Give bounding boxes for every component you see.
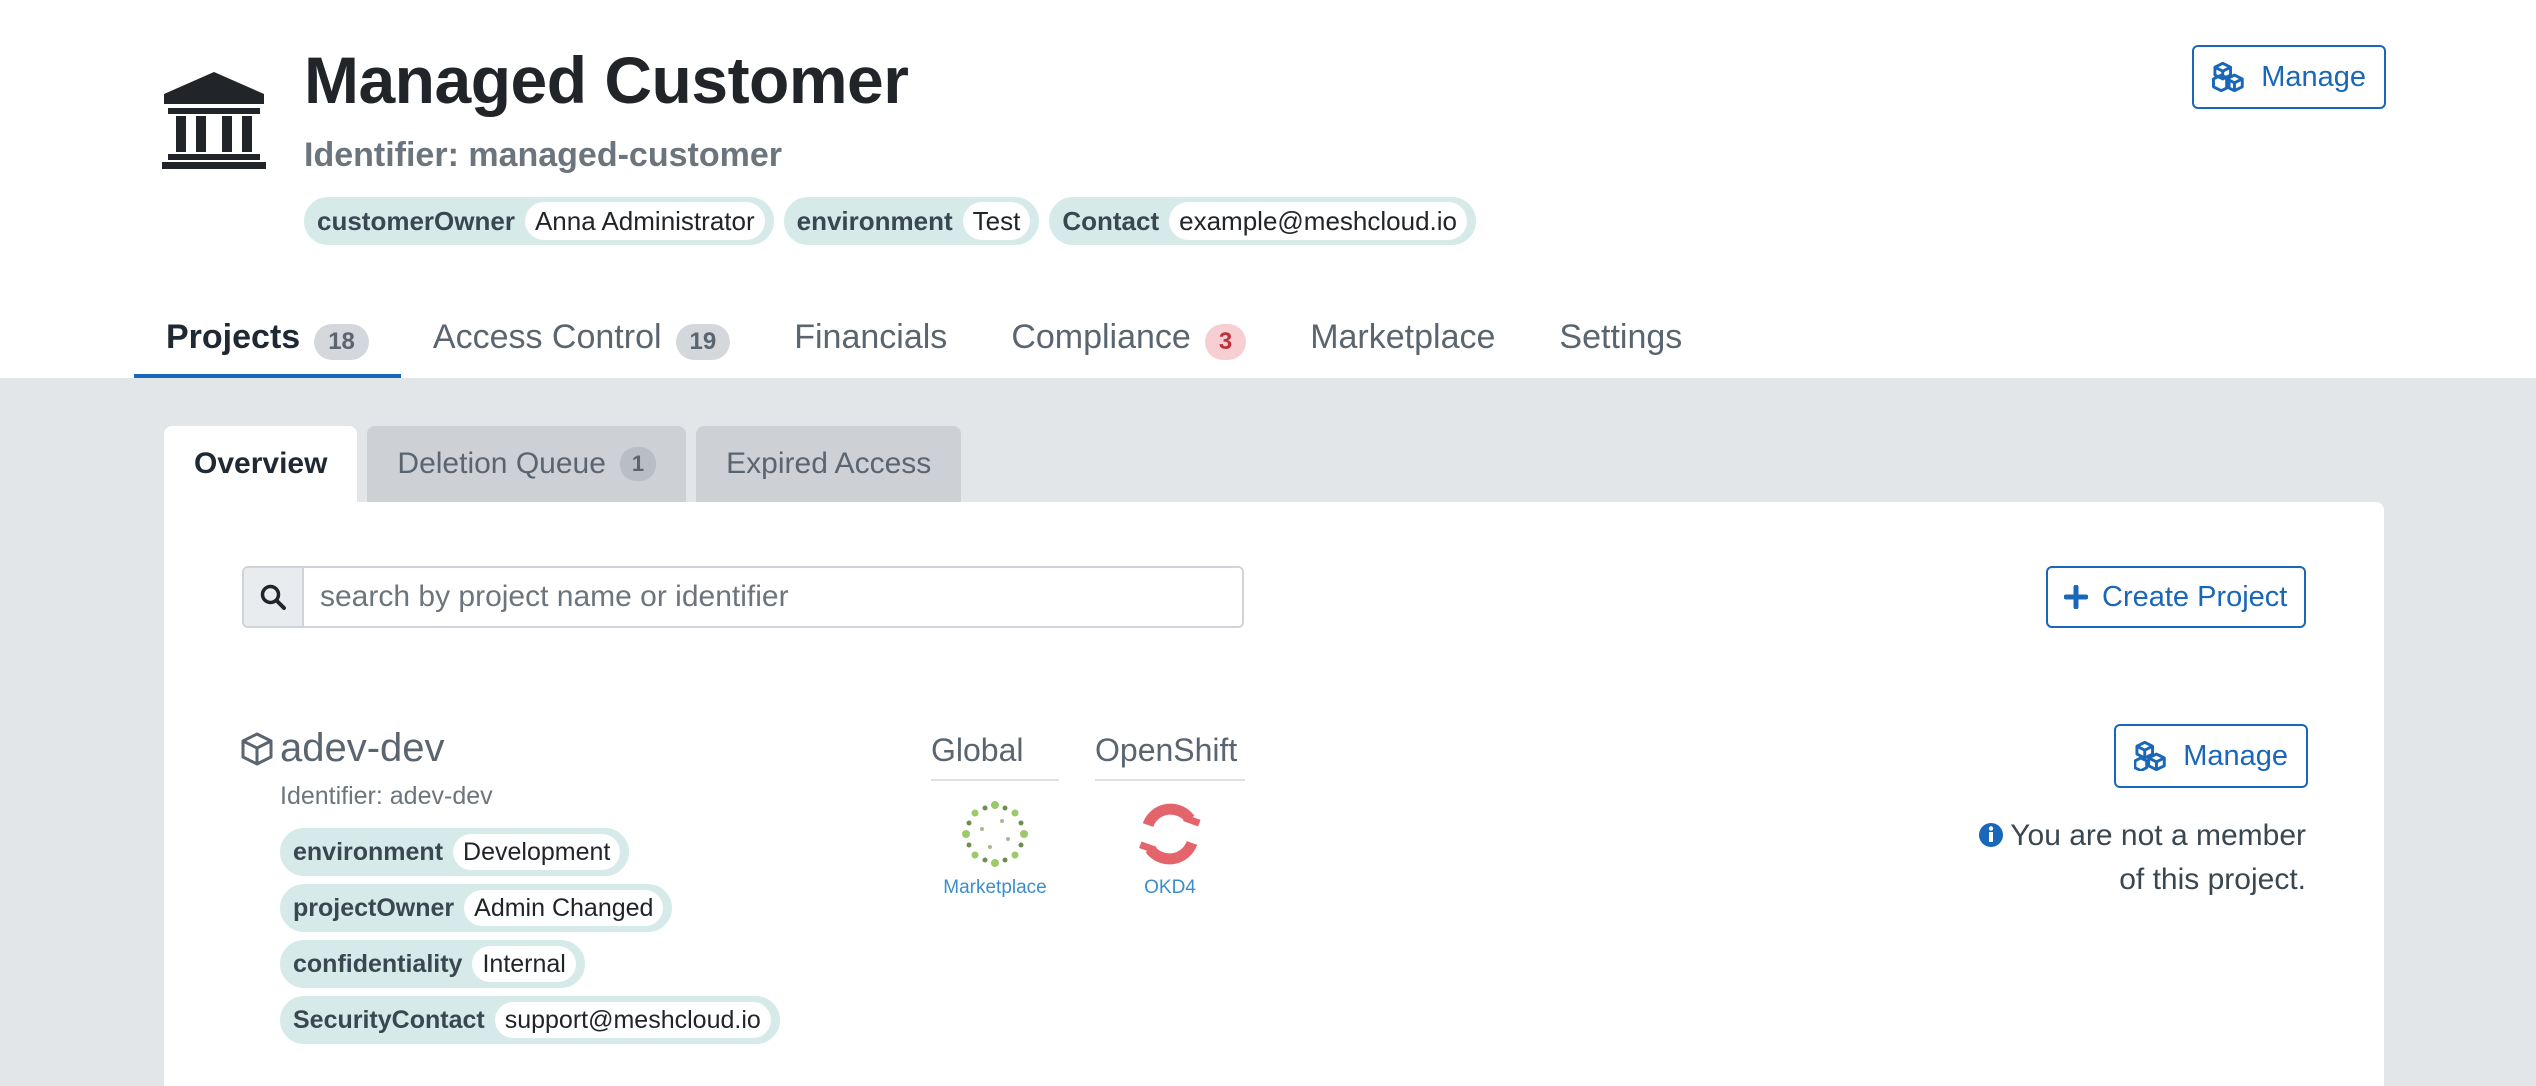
okd-icon — [1139, 803, 1201, 865]
tag-key: Contact — [1062, 205, 1160, 236]
subtab-overview[interactable]: Overview — [164, 426, 358, 502]
tag-key: SecurityContact — [293, 1005, 485, 1034]
manage-project-button[interactable]: Manage — [2114, 724, 2308, 788]
tab-label: Access Control — [432, 318, 662, 356]
tag-key: projectOwner — [293, 893, 455, 922]
subtab-deletion-queue[interactable]: Deletion Queue 1 — [367, 426, 687, 502]
customer-tags: customerOwner Anna Administrator environm… — [304, 197, 1476, 245]
tag-key: confidentiality — [293, 949, 463, 978]
tab-access-control[interactable]: Access Control 19 — [401, 300, 762, 378]
info-icon — [1979, 823, 2004, 847]
platform-okd4[interactable]: OKD4 — [1095, 799, 1245, 899]
platform-label: OKD4 — [1144, 877, 1196, 898]
tab-label: Financials — [794, 318, 948, 356]
tag-key: customerOwner — [317, 205, 515, 236]
customer-header: Managed Customer Identifier: managed-cus… — [0, 0, 2536, 378]
tag-value: support@meshcloud.io — [494, 1002, 771, 1038]
tab-label: Projects — [166, 318, 301, 356]
membership-notice: You are not a member of this project. — [1886, 814, 2306, 902]
manage-label: Manage — [2183, 739, 2288, 772]
tag-value: example@meshcloud.io — [1169, 202, 1467, 240]
create-project-button[interactable]: Create Project — [2046, 566, 2306, 628]
subtab-label: Expired Access — [726, 447, 932, 480]
project-tags: environment Development projectOwner Admin… — [280, 828, 780, 1044]
platform-openshift: OpenShift OKD4 — [1095, 732, 1245, 899]
tab-projects[interactable]: Projects 18 — [134, 300, 401, 378]
project-search — [242, 566, 1244, 628]
subtab-label: Overview — [194, 447, 328, 480]
tab-marketplace[interactable]: Marketplace — [1278, 300, 1527, 378]
cubes-icon — [2212, 62, 2244, 92]
search-input[interactable] — [304, 568, 1242, 626]
main-tabs: Projects 18 Access Control 19 Financials C… — [134, 300, 1714, 378]
tag: projectOwner Admin Changed — [280, 884, 673, 932]
tag-value: Development — [453, 834, 621, 870]
tag: SecurityContact support@meshcloud.io — [280, 996, 780, 1044]
notice-line-1: You are not a member — [2010, 819, 2306, 852]
marketplace-icon — [962, 801, 1028, 867]
tag-value: Internal — [472, 946, 576, 982]
project-identifier: Identifier: adev-dev — [280, 782, 493, 810]
tab-settings[interactable]: Settings — [1527, 300, 1714, 378]
tab-label: Settings — [1559, 318, 1683, 356]
tab-financials[interactable]: Financials — [762, 300, 979, 378]
platform-heading: Global — [931, 732, 1059, 781]
tag: Contact example@meshcloud.io — [1049, 197, 1476, 245]
manage-customer-button[interactable]: Manage — [2192, 45, 2386, 109]
platform-marketplace[interactable]: Marketplace — [931, 799, 1059, 899]
count-badge: 18 — [314, 324, 369, 360]
tab-compliance[interactable]: Compliance 3 — [979, 300, 1278, 378]
project-name[interactable]: adev-dev — [280, 726, 445, 771]
plus-icon — [2064, 585, 2088, 609]
search-icon — [244, 568, 304, 626]
tag-value: Admin Changed — [464, 890, 664, 926]
tag: environment Test — [783, 197, 1040, 245]
create-project-label: Create Project — [2102, 580, 2288, 613]
page-title: Managed Customer — [304, 43, 909, 117]
tab-label: Compliance — [1011, 318, 1191, 356]
platform-heading: OpenShift — [1095, 732, 1245, 781]
customer-identifier: Identifier: managed-customer — [304, 136, 782, 174]
count-badge: 19 — [675, 324, 731, 360]
tag: customerOwner Anna Administrator — [304, 197, 774, 245]
cube-icon — [241, 732, 273, 766]
sub-tabs: Overview Deletion Queue 1 Expired Access — [164, 426, 962, 502]
subtab-label: Deletion Queue — [397, 447, 606, 480]
tag-key: environment — [293, 837, 444, 866]
tag-value: Anna Administrator — [524, 202, 765, 240]
projects-card: Create Project adev-dev Identifier: adev… — [164, 502, 2384, 1086]
bank-icon — [162, 72, 266, 169]
tag-key: environment — [796, 205, 953, 236]
notice-line-2: of this project. — [2119, 863, 2306, 896]
tag: confidentiality Internal — [280, 940, 585, 988]
manage-label: Manage — [2261, 60, 2366, 93]
count-badge: 3 — [1204, 324, 1247, 360]
subtab-expired-access[interactable]: Expired Access — [696, 426, 962, 502]
tag: environment Development — [280, 828, 630, 876]
count-badge: 1 — [619, 447, 657, 481]
platform-global: Global Marketplace — [931, 732, 1059, 899]
tag-value: Test — [962, 202, 1031, 240]
tab-label: Marketplace — [1310, 318, 1496, 356]
cubes-icon — [2134, 741, 2166, 771]
platform-label: Marketplace — [943, 877, 1047, 898]
